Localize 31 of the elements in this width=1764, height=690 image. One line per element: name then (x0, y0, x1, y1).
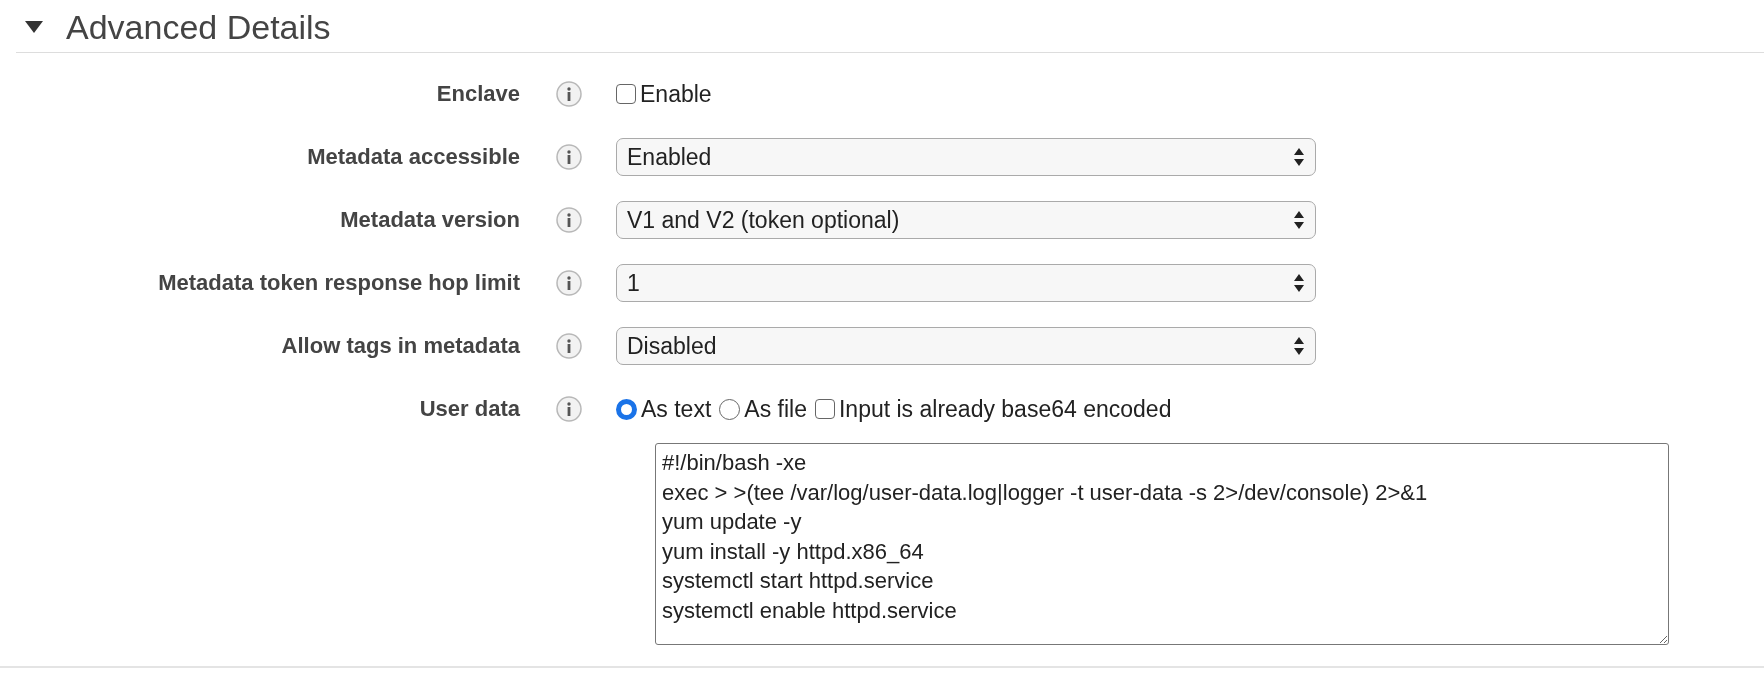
radio-button[interactable] (719, 398, 741, 420)
field-label: Enclave (435, 81, 520, 107)
section-title: Advanced Details (66, 7, 331, 47)
radio-button[interactable] (616, 398, 637, 420)
field-label: Metadata token response hop limit (157, 270, 520, 296)
field-label: Metadata accessible (306, 144, 520, 170)
field-label: User data (418, 396, 520, 422)
checkbox[interactable] (616, 84, 636, 104)
info-icon[interactable] (556, 207, 582, 233)
field-label: Metadata version (339, 207, 520, 233)
info-icon[interactable] (556, 333, 582, 359)
info-icon[interactable] (556, 144, 582, 170)
info-icon[interactable] (556, 81, 582, 107)
up-down-caret-icon (1293, 336, 1305, 356)
select-field[interactable]: V1 and V2 (token optional) (616, 201, 1316, 239)
collapse-triangle-icon[interactable] (24, 20, 44, 34)
field-label: Allow tags in metadata (280, 333, 520, 359)
select-field[interactable]: 1 (616, 264, 1316, 302)
checkbox-label[interactable]: Input is already base64 encoded (838, 395, 1172, 423)
radio-label[interactable]: As file (744, 395, 807, 423)
select-field[interactable]: Enabled (616, 138, 1316, 176)
info-icon[interactable] (556, 270, 582, 296)
radio-label[interactable]: As text (641, 395, 712, 423)
select-field[interactable]: Disabled (616, 327, 1316, 365)
up-down-caret-icon (1293, 273, 1305, 293)
checkbox-label[interactable]: Enable (640, 80, 712, 108)
user-data-input-field[interactable]: #!/bin/bash -xe exec > >(tee /var/log/user-data.log|logger -t user-data -s 2>/dev/console) 2>&1 yum update -y yum install -y httpd.x86_64 systemctl start httpd.service systemctl enable httpd.service (655, 443, 1669, 645)
up-down-caret-icon (1293, 147, 1305, 167)
up-down-caret-icon (1293, 210, 1305, 230)
checkbox[interactable] (814, 399, 835, 419)
info-icon[interactable] (556, 396, 582, 422)
